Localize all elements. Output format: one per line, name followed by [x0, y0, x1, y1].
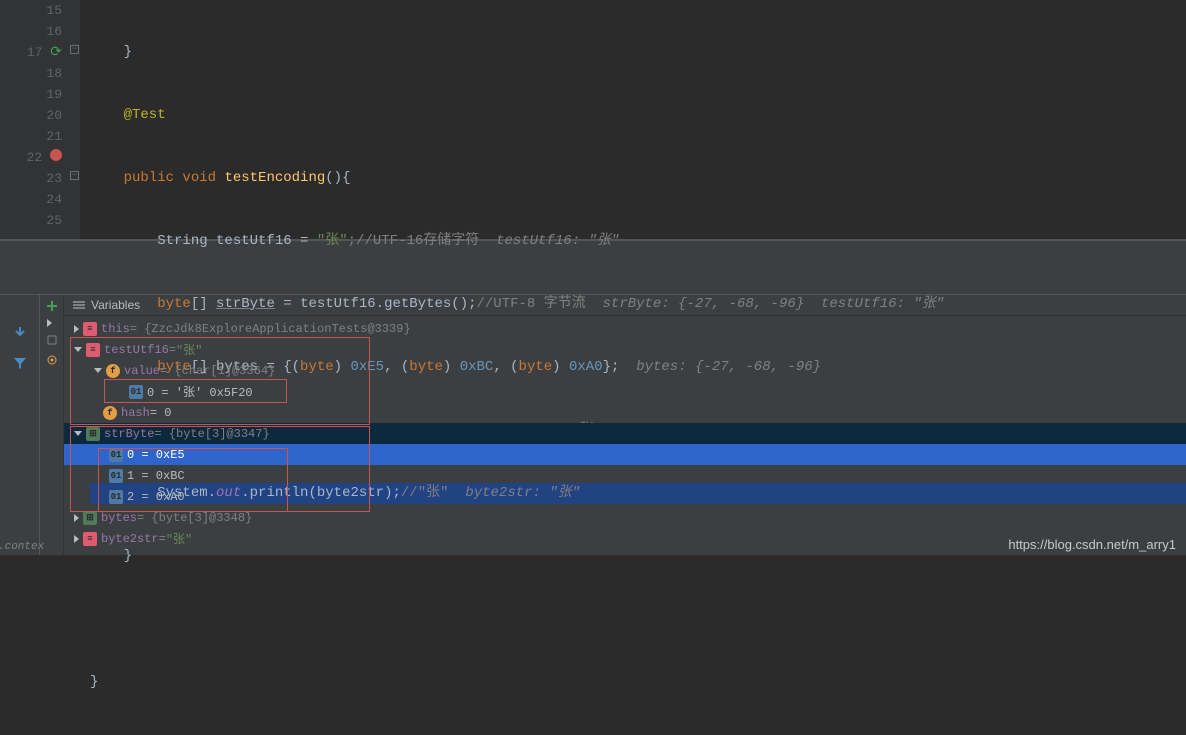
var-hash[interactable]: f hash = 0	[64, 402, 1186, 423]
code-editor[interactable]: 15 16 17 ⟳ 18 19 20 21 22 23 24 25 − − }…	[0, 0, 1186, 240]
debug-sidebar: .contex	[0, 295, 40, 555]
breakpoint-gutter-icon[interactable]	[50, 150, 62, 165]
array-icon: ⊞	[86, 427, 100, 441]
var-testutf16[interactable]: ≡ testUtf16 = "张"	[64, 339, 1186, 360]
code-line: public void testEncoding(){	[90, 168, 1186, 189]
variables-panel: Variables ≡ this = {ZzcJdk8ExploreApplic…	[64, 295, 1186, 555]
primitive-icon: 01	[109, 490, 123, 504]
expand-icon[interactable]	[47, 319, 52, 327]
var-strbyte-1[interactable]: 01 1 = 0xBC	[64, 465, 1186, 486]
fold-column: − −	[70, 0, 80, 239]
var-strbyte-2[interactable]: 01 2 = 0xA0	[64, 486, 1186, 507]
object-icon: ≡	[83, 532, 97, 546]
fold-icon[interactable]: −	[70, 45, 79, 54]
code-line	[90, 609, 1186, 630]
var-value-0[interactable]: 01 0 = '张' 0x5F20	[64, 381, 1186, 402]
run-gutter-icon[interactable]: ⟳	[50, 45, 62, 61]
var-bytes[interactable]: ⊞ bytes = {byte[3]@3348}	[64, 507, 1186, 528]
debug-tool-column	[40, 295, 64, 555]
primitive-icon: 01	[109, 448, 123, 462]
code-body[interactable]: } @Test public void testEncoding(){ Stri…	[80, 0, 1186, 239]
field-icon: f	[106, 364, 120, 378]
code-line: String testUtf16 = "张";//UTF-16存储字符 test…	[90, 231, 1186, 252]
primitive-icon: 01	[129, 385, 143, 399]
copy-icon[interactable]	[45, 333, 59, 347]
variables-tree[interactable]: ≡ this = {ZzcJdk8ExploreApplicationTests…	[64, 316, 1186, 549]
step-down-icon[interactable]	[12, 325, 28, 341]
code-line: @Test	[90, 105, 1186, 126]
var-this[interactable]: ≡ this = {ZzcJdk8ExploreApplicationTests…	[64, 318, 1186, 339]
line-gutter: 15 16 17 ⟳ 18 19 20 21 22 23 24 25	[0, 0, 70, 239]
variables-icon	[72, 298, 86, 312]
filter-icon[interactable]	[12, 355, 28, 371]
object-icon: ≡	[86, 343, 100, 357]
var-strbyte-0[interactable]: 01 0 = 0xE5	[64, 444, 1186, 465]
code-line: }	[90, 42, 1186, 63]
watch-icon[interactable]	[45, 353, 59, 367]
add-icon[interactable]	[45, 299, 59, 313]
debugger-panel: .contex Variables ≡ this = {ZzcJdk8Explo…	[0, 295, 1186, 555]
fold-icon[interactable]: −	[70, 171, 79, 180]
primitive-icon: 01	[109, 469, 123, 483]
object-icon: ≡	[83, 322, 97, 336]
stack-label: .contex	[0, 541, 44, 553]
code-line: }	[90, 672, 1186, 693]
array-icon: ⊞	[83, 511, 97, 525]
field-icon: f	[103, 406, 117, 420]
var-strbyte[interactable]: ⊞ strByte = {byte[3]@3347}	[64, 423, 1186, 444]
watermark: https://blog.csdn.net/m_arry1	[1008, 537, 1176, 552]
code-line: byte[] strByte = testUtf16.getBytes();//…	[90, 294, 1186, 315]
var-value[interactable]: f value = {char[1]@3364}	[64, 360, 1186, 381]
